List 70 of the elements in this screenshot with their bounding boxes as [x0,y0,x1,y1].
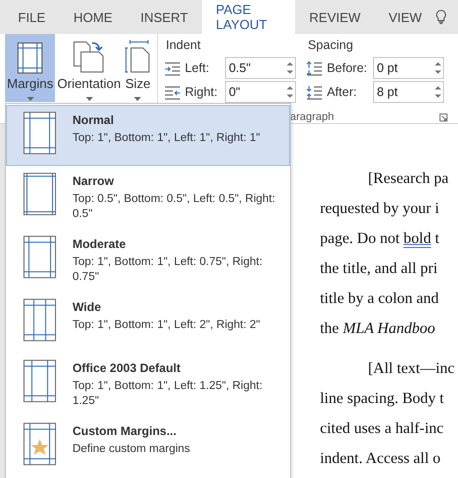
group-title: Spacing [306,38,354,52]
document-text-line: the title, and all pri [320,260,439,279]
ribbon-button[interactable]: Orientation [55,34,123,102]
indent-field[interactable]: 0.5" [224,57,296,79]
option-title: Narrow [72,174,115,188]
spacing-field[interactable]: 8 pt [372,81,444,103]
indent-right-icon [164,84,181,100]
spacing-before-icon [306,60,323,76]
option-title: Moderate [72,237,127,251]
margin-option[interactable]: Custom Margins... Define custom margins [6,416,290,477]
lightbulb-icon[interactable] [436,7,446,27]
margin-option[interactable]: Narrow Top: 0.5", Bottom: 0.5", Left: 0.5", Right: 0.5" [6,166,290,229]
document-text-line: title by a colon and [320,290,440,309]
margin-option[interactable]: Normal Top: 1", Bottom: 1", Left: 1", Right: 1" [6,105,290,166]
option-title: Custom Margins... [72,424,178,438]
document-text-line: line spacing. Body t [320,390,445,409]
margin-option[interactable]: Office 2003 Default Top: 1", Bottom: 1", Left: 1.25", Right: 1.25" [6,353,290,416]
document-text-line: [All text—inc [367,360,456,379]
option-description: Top: 1", Bottom: 1", Left: 1", Right: 1" [72,131,262,146]
caret-icon [26,97,34,101]
page-margins-icon [23,111,56,155]
group-title: Indent [164,38,202,52]
group-label: aragraph [290,111,334,123]
spacing-field[interactable]: 0 pt [372,57,444,79]
ribbon-tab[interactable]: PAGE LAYOUT [202,0,296,34]
ribbon-tab[interactable]: REVIEW [295,0,375,34]
spin-arrows-icon[interactable] [284,60,295,76]
page-margins-icon [17,42,44,74]
document-text-line: cited uses a half-inc [320,420,445,439]
ribbon-button[interactable]: Size [122,34,153,102]
ribbon-tab[interactable]: HOME [59,0,126,34]
ribbon-tab[interactable]: FILE [4,0,60,34]
option-title: Office 2003 Default [72,361,182,375]
margin-option[interactable]: Moderate Top: 1", Bottom: 1", Left: 0.75", Right: 0.75" [6,229,290,292]
field-label: Before: [326,61,368,75]
page-margins-icon [23,172,56,216]
option-description: Top: 1", Bottom: 1", Left: 0.75", Right: 0.75" [72,255,264,285]
document-text-line: the MLA Handboo [320,320,436,339]
field-label: Right: [184,85,218,99]
field-label: Left: [184,61,210,75]
margin-option[interactable]: Wide Top: 1", Bottom: 1", Left: 2", Right: 2" [6,292,290,353]
option-title: Wide [72,300,102,314]
ribbon-button[interactable]: Margins [5,34,56,102]
spin-arrows-icon[interactable] [432,60,443,76]
field-label: After: [326,85,358,99]
option-description: Top: 0.5", Bottom: 0.5", Left: 0.5", Right: 0.5" [72,192,276,222]
option-title: Normal [72,113,115,127]
page-margins-icon [23,235,56,279]
option-description: Top: 1", Bottom: 1", Left: 1.25", Right: 1.25" [72,379,264,409]
dialog-launcher-icon[interactable] [439,113,448,122]
indent-field[interactable]: 0" [224,81,296,103]
document-text-line: [Research pa [367,170,450,189]
caret-icon [86,97,93,101]
page-margins-icon [23,359,56,403]
page-margins-icon [23,298,56,342]
orientation-icon [72,40,106,74]
ribbon-tab[interactable]: VIEW [374,0,436,34]
indent-left-icon [164,60,181,76]
document-text-line: page. Do not bold t [320,230,440,249]
option-description: Define custom margins [72,442,192,457]
option-description: Top: 1", Bottom: 1", Left: 2", Right: 2" [72,318,262,333]
spacing-after-icon [306,84,323,100]
document-text-line: indent. Access all o [320,450,442,469]
page-size-icon [124,40,151,74]
ribbon-tab[interactable]: INSERT [126,0,202,34]
spin-arrows-icon[interactable] [432,84,443,100]
page-margins-icon [23,422,56,466]
spin-arrows-icon[interactable] [284,84,295,100]
document-text-line: requested by your i [320,200,440,219]
caret-icon [134,97,142,101]
